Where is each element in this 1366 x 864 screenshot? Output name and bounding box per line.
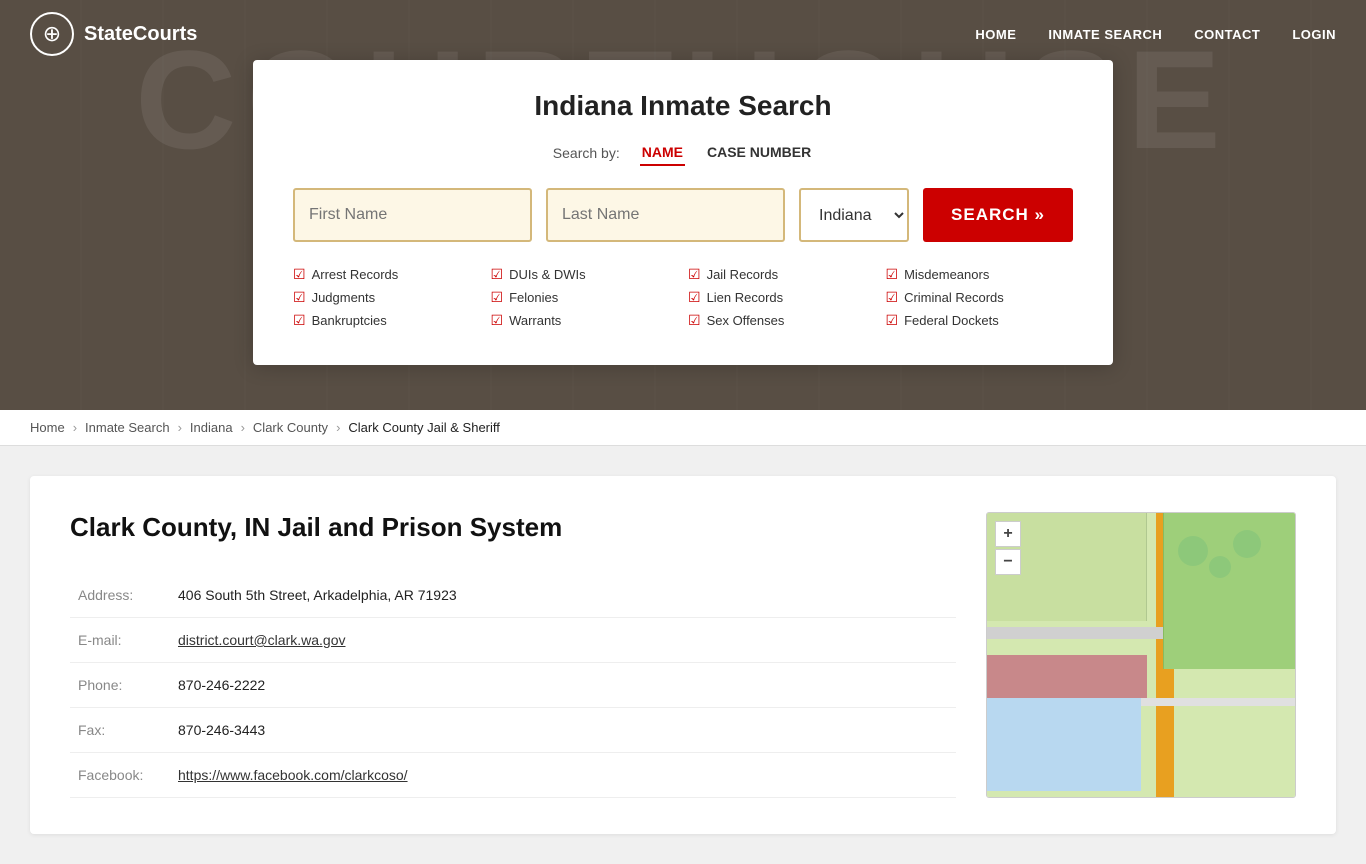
address-label: Address: [70,573,170,618]
phone-label: Phone: [70,663,170,708]
search-by-row: Search by: NAME CASE NUMBER [293,140,1073,166]
email-value: district.court@clark.wa.gov [170,618,956,663]
breadcrumb-inmate-search[interactable]: Inmate Search [85,420,170,435]
map-tree-1 [1178,536,1208,566]
phone-value: 870-246-2222 [170,663,956,708]
map-inner: + − [987,513,1295,797]
check-icon: ☑ [688,289,701,306]
breadcrumb-current: Clark County Jail & Sheriff [348,420,500,435]
check-icon: ☑ [688,312,701,329]
logo-text: StateCourts [84,23,197,46]
nav-links: HOME INMATE SEARCH CONTACT LOGIN [975,27,1336,42]
checkbox-arrest-records: ☑ Arrest Records [293,266,481,283]
tab-name[interactable]: NAME [640,140,685,166]
checkbox-label: DUIs & DWIs [509,267,586,282]
map-container: + − [986,512,1296,798]
checkbox-label: Misdemeanors [904,267,989,282]
breadcrumb-indiana[interactable]: Indiana [190,420,233,435]
check-icon: ☑ [886,266,899,283]
checkbox-warrants: ☑ Warrants [491,312,679,329]
checkbox-jail-records: ☑ Jail Records [688,266,876,283]
breadcrumb-clark-county[interactable]: Clark County [253,420,328,435]
info-table: Address: 406 South 5th Street, Arkadelph… [70,573,956,798]
checkbox-label: Sex Offenses [707,313,785,328]
checkbox-lien-records: ☑ Lien Records [688,289,876,306]
breadcrumb-home[interactable]: Home [30,420,65,435]
check-icon: ☑ [491,289,504,306]
breadcrumb-sep-4: › [336,420,340,435]
checkbox-label: Jail Records [707,267,779,282]
search-box: Indiana Inmate Search Search by: NAME CA… [253,60,1113,365]
checkbox-duis: ☑ DUIs & DWIs [491,266,679,283]
check-icon: ☑ [491,266,504,283]
main-content: Clark County, IN Jail and Prison System … [0,446,1366,864]
table-row-address: Address: 406 South 5th Street, Arkadelph… [70,573,956,618]
breadcrumb-sep-2: › [178,420,182,435]
checkbox-label: Lien Records [707,290,784,305]
breadcrumb-sep-3: › [241,420,245,435]
last-name-input[interactable] [546,188,785,242]
check-icon: ☑ [293,312,306,329]
nav-contact[interactable]: CONTACT [1194,27,1260,42]
checkbox-criminal-records: ☑ Criminal Records [886,289,1074,306]
check-icon: ☑ [886,289,899,306]
hero-section: COURTHOUSE ⊕ StateCourts HOME INMATE SEA… [0,0,1366,410]
address-value: 406 South 5th Street, Arkadelphia, AR 71… [170,573,956,618]
check-icon: ☑ [886,312,899,329]
checkboxes-grid: ☑ Arrest Records ☑ DUIs & DWIs ☑ Jail Re… [293,266,1073,329]
content-left: Clark County, IN Jail and Prison System … [70,512,956,798]
map-park [1163,513,1295,669]
check-icon: ☑ [293,266,306,283]
fax-label: Fax: [70,708,170,753]
checkbox-label: Federal Dockets [904,313,999,328]
table-row-phone: Phone: 870-246-2222 [70,663,956,708]
nav-home[interactable]: HOME [975,27,1016,42]
facebook-value: https://www.facebook.com/clarkcoso/ [170,753,956,798]
search-inputs-row: Indiana SEARCH » [293,188,1073,242]
checkbox-label: Judgments [312,290,376,305]
table-row-email: E-mail: district.court@clark.wa.gov [70,618,956,663]
facebook-link[interactable]: https://www.facebook.com/clarkcoso/ [178,767,408,783]
navigation: ⊕ StateCourts HOME INMATE SEARCH CONTACT… [0,0,1366,68]
email-link[interactable]: district.court@clark.wa.gov [178,632,345,648]
table-row-fax: Fax: 870-246-3443 [70,708,956,753]
map-marker-area [987,655,1147,698]
first-name-input[interactable] [293,188,532,242]
nav-inmate-search[interactable]: INMATE SEARCH [1048,27,1162,42]
email-label: E-mail: [70,618,170,663]
checkbox-judgments: ☑ Judgments [293,289,481,306]
search-by-label: Search by: [553,145,620,161]
table-row-facebook: Facebook: https://www.facebook.com/clark… [70,753,956,798]
check-icon: ☑ [293,289,306,306]
checkbox-federal-dockets: ☑ Federal Dockets [886,312,1074,329]
map-tree-2 [1209,556,1231,578]
map-controls: + − [995,521,1021,575]
breadcrumb-sep-1: › [73,420,77,435]
content-title: Clark County, IN Jail and Prison System [70,512,956,543]
checkbox-bankruptcies: ☑ Bankruptcies [293,312,481,329]
logo-icon: ⊕ [30,12,74,56]
content-card: Clark County, IN Jail and Prison System … [30,476,1336,834]
facebook-label: Facebook: [70,753,170,798]
search-button[interactable]: SEARCH » [923,188,1073,242]
check-icon: ☑ [491,312,504,329]
map-zoom-in[interactable]: + [995,521,1021,547]
checkbox-label: Criminal Records [904,290,1004,305]
fax-value: 870-246-3443 [170,708,956,753]
checkbox-label: Arrest Records [312,267,399,282]
nav-login[interactable]: LOGIN [1292,27,1336,42]
checkbox-label: Felonies [509,290,558,305]
breadcrumb: Home › Inmate Search › Indiana › Clark C… [0,410,1366,446]
checkbox-label: Bankruptcies [312,313,387,328]
check-icon: ☑ [688,266,701,283]
checkbox-felonies: ☑ Felonies [491,289,679,306]
checkbox-misdemeanors: ☑ Misdemeanors [886,266,1074,283]
checkbox-label: Warrants [509,313,561,328]
checkbox-sex-offenses: ☑ Sex Offenses [688,312,876,329]
logo-link[interactable]: ⊕ StateCourts [30,12,197,56]
map-zoom-out[interactable]: − [995,549,1021,575]
state-select[interactable]: Indiana [799,188,909,242]
tab-case-number[interactable]: CASE NUMBER [705,140,813,166]
search-title: Indiana Inmate Search [293,90,1073,122]
